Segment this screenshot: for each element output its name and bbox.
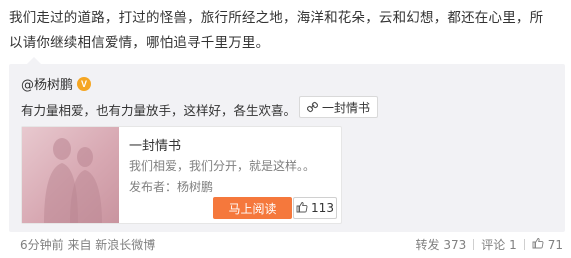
article-like-count: 113 (311, 201, 334, 215)
divider (523, 239, 525, 250)
thumbs-up-icon (296, 201, 308, 216)
repost-button[interactable]: 转发 373 (416, 236, 467, 253)
article-link-chip[interactable]: 一封情书 (299, 96, 379, 118)
repost-time-source: 6分钟前 来自 新浪长微博 (20, 238, 156, 252)
article-like-button[interactable]: 113 (293, 197, 337, 219)
repost-text: 有力量相爱，也有力量放手，这样好，各生欢喜。 (21, 103, 297, 118)
repost-caret (27, 57, 41, 64)
article-title[interactable]: 一封情书 (129, 135, 181, 154)
like-button[interactable]: 71 (532, 237, 563, 252)
post-text-line-1: 我们走过的道路，打过的怪兽，旅行所经之地，海洋和花朵，云和幻想，都还在心里，所 (9, 10, 544, 26)
comment-button[interactable]: 评论 1 (481, 236, 516, 253)
link-chip-label: 一封情书 (322, 100, 371, 115)
link-icon (307, 101, 318, 113)
post-text: 我们走过的道路，打过的怪兽，旅行所经之地，海洋和花朵，云和幻想，都还在心里，所 … (9, 6, 565, 56)
like-count: 71 (547, 237, 563, 252)
repost-author: @杨树鹏 V (21, 74, 92, 93)
repost-actions: 转发 373 评论 1 71 (416, 236, 563, 253)
repost-author-link[interactable]: @杨树鹏 (21, 74, 73, 93)
article-card[interactable]: 一封情书 我们相爱，我们分开，就是这样。。 发布者：杨树鹏 马上阅读 113 (21, 126, 342, 224)
repost-box: @杨树鹏 V 有力量相爱，也有力量放手，这样好，各生欢喜。 一封情书 一封情书 … (9, 64, 565, 232)
divider (473, 239, 475, 250)
post-text-line-2: 以请你继续相信爱情，哪怕追寻千里万里。 (9, 35, 270, 51)
thumbs-up-icon (532, 237, 544, 252)
article-cover-image[interactable] (22, 127, 119, 223)
verified-badge-icon: V (77, 76, 92, 91)
article-publisher: 发布者：杨树鹏 (129, 180, 214, 194)
article-description: 我们相爱，我们分开，就是这样。。 (129, 159, 316, 173)
read-now-button[interactable]: 马上阅读 (213, 197, 292, 219)
